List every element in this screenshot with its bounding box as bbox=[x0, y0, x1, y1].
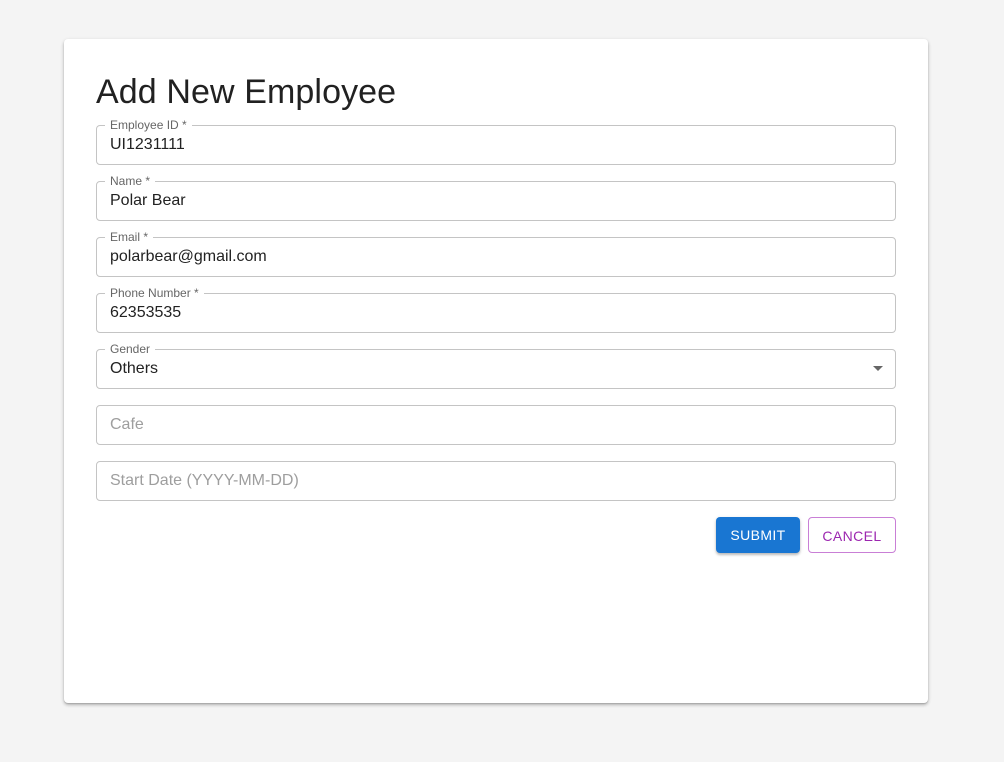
gender-select[interactable]: Gender Others bbox=[96, 342, 896, 389]
name-field[interactable]: Name * Polar Bear bbox=[96, 174, 896, 221]
form-card: Add New Employee Employee ID * UI1231111… bbox=[64, 39, 928, 703]
gender-label: Gender bbox=[105, 342, 156, 356]
cafe-field[interactable] bbox=[96, 405, 896, 445]
gender-value[interactable]: Others bbox=[110, 359, 158, 379]
employee-id-value[interactable]: UI1231111 bbox=[110, 135, 185, 155]
page-title: Add New Employee bbox=[96, 73, 397, 111]
submit-button[interactable]: SUBMIT bbox=[716, 517, 800, 553]
cancel-button[interactable]: CANCEL bbox=[808, 517, 896, 553]
email-label: Email * bbox=[105, 230, 154, 244]
phone-value[interactable]: 62353535 bbox=[110, 303, 181, 323]
email-value[interactable]: polarbear@gmail.com bbox=[110, 247, 267, 267]
email-field[interactable]: Email * polarbear@gmail.com bbox=[96, 230, 896, 277]
employee-id-label: Employee ID * bbox=[105, 118, 192, 132]
employee-id-field[interactable]: Employee ID * UI1231111 bbox=[96, 118, 896, 165]
start-date-field[interactable] bbox=[96, 461, 896, 501]
phone-label: Phone Number * bbox=[105, 286, 204, 300]
name-value[interactable]: Polar Bear bbox=[110, 191, 186, 211]
chevron-down-icon[interactable] bbox=[873, 366, 883, 371]
phone-field[interactable]: Phone Number * 62353535 bbox=[96, 286, 896, 333]
start-date-input[interactable] bbox=[97, 462, 895, 500]
cafe-input[interactable] bbox=[97, 406, 895, 444]
name-label: Name * bbox=[105, 174, 156, 188]
